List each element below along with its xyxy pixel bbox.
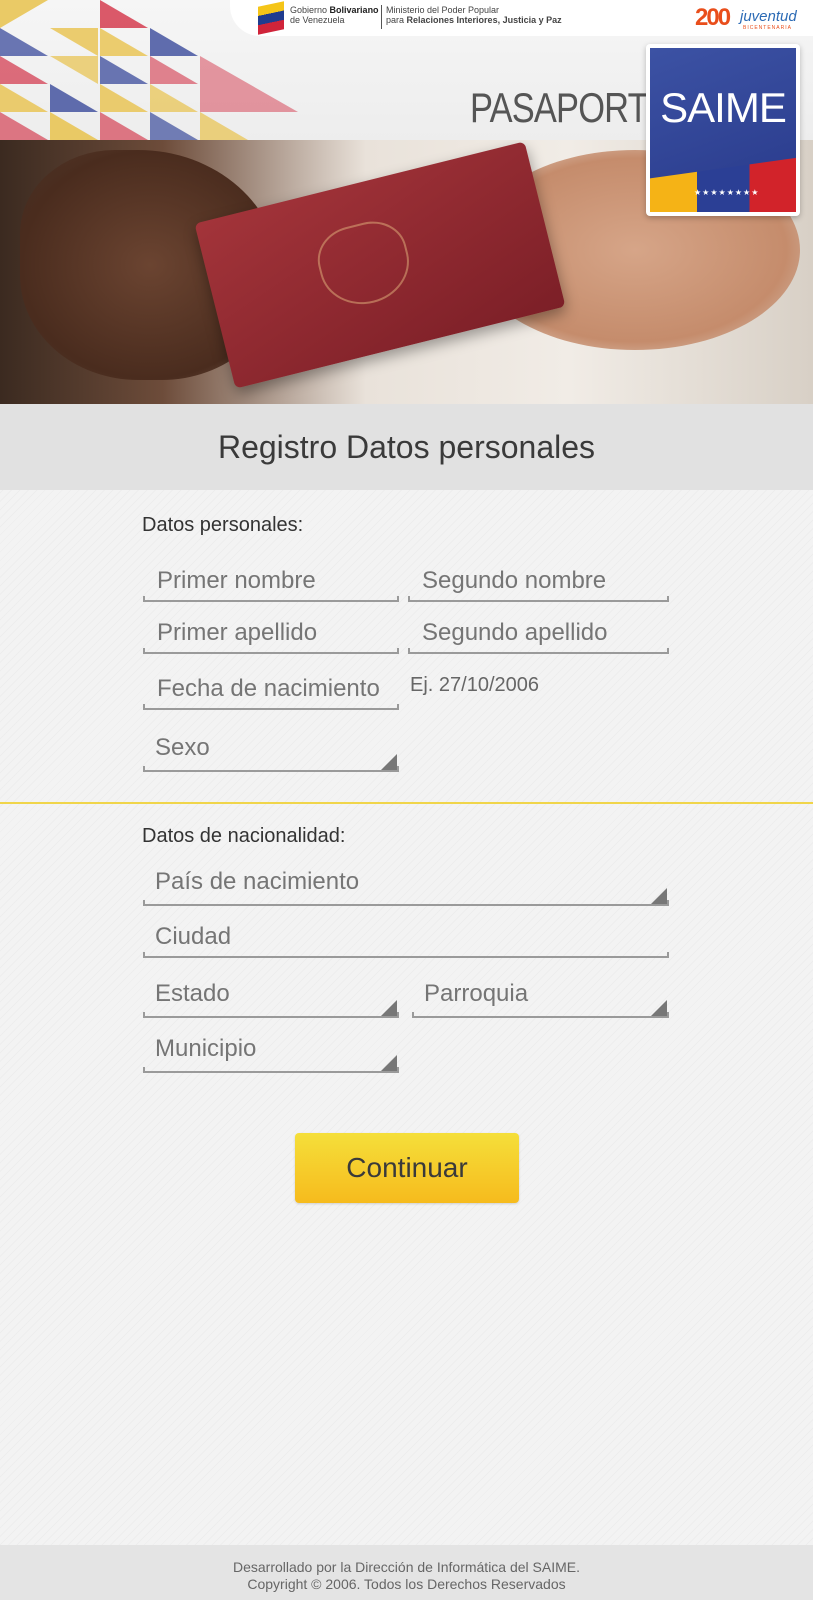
state-select-value: Estado [155, 980, 230, 1007]
dropdown-corner-icon [381, 1055, 397, 1071]
birth-country-select-value: País de nacimiento [155, 868, 360, 895]
first-surname-field[interactable] [143, 606, 399, 654]
municipality-select[interactable]: Municipio [143, 1025, 399, 1073]
page-title: Registro Datos personales [217, 428, 596, 465]
birth-country-select[interactable]: País de nacimiento [143, 858, 669, 906]
second-surname-input[interactable] [408, 606, 669, 652]
juventud-logo: 200 juventud BICENTENARIA [695, 4, 797, 31]
stars-icon: ★★★★★★★★ [694, 188, 760, 197]
saime-logo: SAIME ★★★★★★★★ [646, 44, 800, 216]
first-surname-input[interactable] [143, 606, 399, 652]
city-field[interactable] [143, 910, 669, 958]
first-name-input[interactable] [143, 554, 399, 600]
sex-select[interactable]: Sexo [143, 724, 399, 772]
birth-date-hint: Ej. 27/10/2006 [410, 674, 539, 696]
personal-data-label: Datos personales: [142, 514, 304, 536]
state-select[interactable]: Estado [143, 970, 399, 1018]
footer-copyright: Copyright © 2006. Todos los Derechos Res… [247, 1576, 566, 1592]
second-name-field[interactable] [408, 554, 669, 602]
government-bar: Gobierno Bolivariano de Venezuela Minist… [230, 0, 813, 36]
government-label: Gobierno Bolivariano de Venezuela [290, 5, 379, 25]
parish-select-value: Parroquia [424, 980, 529, 1007]
nationality-data-label: Datos de nacionalidad: [142, 825, 346, 847]
dropdown-corner-icon [381, 1000, 397, 1016]
government-separator [381, 5, 382, 29]
dropdown-corner-icon [651, 1000, 667, 1016]
second-surname-field[interactable] [408, 606, 669, 654]
ministry-label: Ministerio del Poder Popular para Relaci… [386, 5, 562, 25]
section-divider [0, 802, 813, 804]
city-input[interactable] [143, 910, 669, 956]
parish-select[interactable]: Parroquia [412, 970, 669, 1018]
dropdown-corner-icon [381, 754, 397, 770]
flag-wave-icon [650, 156, 796, 212]
saime-logo-text: SAIME [660, 84, 787, 131]
footer: Desarrollado por la Dirección de Informá… [0, 1545, 813, 1600]
dropdown-corner-icon [651, 888, 667, 904]
birth-date-input[interactable] [143, 662, 399, 708]
header-banner: Gobierno Bolivariano de Venezuela Minist… [0, 0, 813, 404]
continue-button[interactable]: Continuar [295, 1133, 519, 1203]
page-title-bar: Registro Datos personales [0, 404, 813, 490]
municipality-select-value: Municipio [155, 1035, 257, 1062]
sex-select-value: Sexo [155, 734, 210, 761]
second-name-input[interactable] [408, 554, 669, 600]
footer-credit: Desarrollado por la Dirección de Informá… [232, 1559, 581, 1575]
venezuela-flag-icon [258, 1, 284, 35]
birth-date-field[interactable] [143, 662, 399, 710]
coat-of-arms-icon [310, 214, 418, 314]
pasaporte-heading: PASAPORTE [470, 84, 671, 131]
first-name-field[interactable] [143, 554, 399, 602]
